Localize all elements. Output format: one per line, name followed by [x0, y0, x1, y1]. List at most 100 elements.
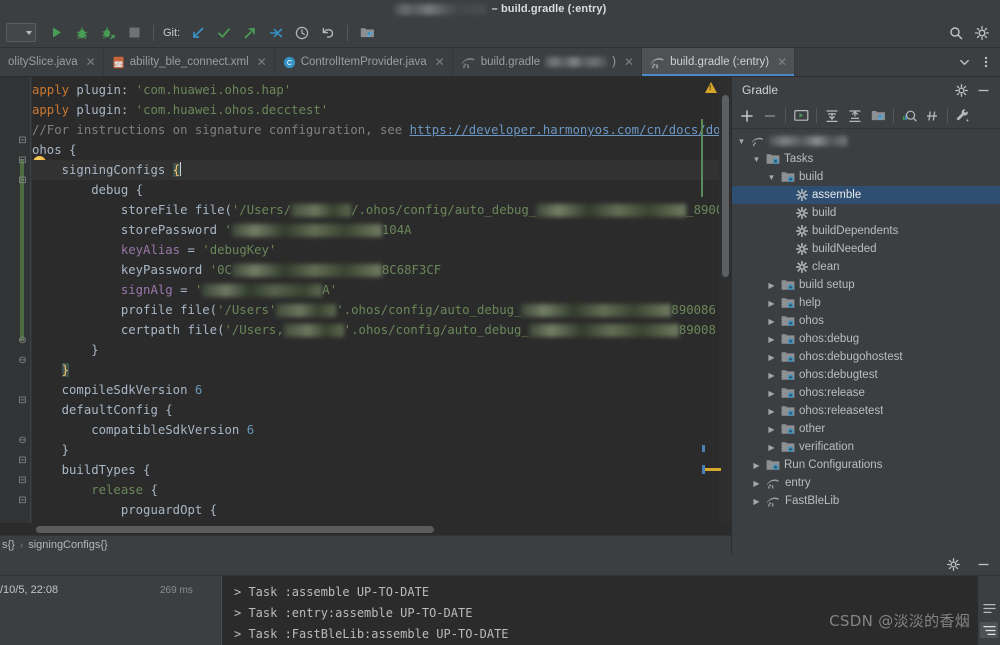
chevron-right-icon[interactable]: ▶	[766, 335, 777, 344]
stop-button[interactable]	[122, 21, 146, 45]
gradle-tree-item[interactable]: ▶ build setup	[732, 276, 1000, 294]
breadcrumb-prefix[interactable]: s{}	[2, 539, 15, 551]
fold-marker[interactable]: ⊖	[17, 435, 28, 446]
console-toggle-tasks-button[interactable]	[980, 600, 998, 616]
gradle-tree-item[interactable]: ▶ Run Configurations	[732, 456, 1000, 474]
gradle-tree-item[interactable]: ▶ other	[732, 420, 1000, 438]
gradle-tree-item[interactable]: clean	[732, 258, 1000, 276]
code-content[interactable]: apply plugin: 'com.huawei.ohos.hap' apply…	[32, 77, 731, 523]
collapse-all-button[interactable]	[844, 105, 866, 127]
run-configuration-selector[interactable]	[6, 23, 36, 42]
close-icon[interactable]: ✕	[624, 55, 634, 69]
chevron-right-icon[interactable]: ▶	[766, 317, 777, 326]
editor-vertical-scrollbar[interactable]	[722, 95, 729, 277]
git-push-button[interactable]	[238, 21, 262, 45]
gradle-tree-item[interactable]: ▶ ohos:debugohostest	[732, 348, 1000, 366]
gradle-tree-item[interactable]: ▶ help	[732, 294, 1000, 312]
git-commit-button[interactable]	[212, 21, 236, 45]
fold-marker[interactable]: ⊟	[17, 395, 28, 406]
chevron-right-icon[interactable]: ▶	[766, 389, 777, 398]
chevron-right-icon[interactable]: ▶	[766, 281, 777, 290]
gradle-tree-item[interactable]: ▶ FastBleLib	[732, 492, 1000, 510]
fold-marker[interactable]: ⊟	[17, 135, 28, 146]
debug-button[interactable]	[70, 21, 94, 45]
execute-gradle-task-button[interactable]	[790, 105, 812, 127]
chevron-right-icon[interactable]: ▶	[766, 353, 777, 362]
console-toggle-tree-button[interactable]	[980, 622, 998, 638]
expand-all-button[interactable]	[821, 105, 843, 127]
tab-control-item-provider-java[interactable]: C ControlItemProvider.java ✕	[275, 48, 453, 76]
tab-ability-ble-connect-xml[interactable]: </> ability_ble_connect.xml ✕	[104, 48, 275, 76]
chevron-down-icon[interactable]: ▼	[766, 173, 777, 182]
gradle-settings-button[interactable]	[950, 79, 972, 101]
gradle-tree-item[interactable]: build	[732, 204, 1000, 222]
code-editor[interactable]: ⊟ ⊟ ⊟ ⊖ ⊖ ⊟ ⊖ ⊟ ⊟ ⊟ apply plugin: 'com.h…	[0, 77, 731, 523]
chevron-down-icon[interactable]: ▼	[736, 137, 747, 146]
fold-marker[interactable]: ⊟	[17, 495, 28, 506]
gradle-tree-item[interactable]: buildNeeded	[732, 240, 1000, 258]
tab-overflow-button[interactable]	[954, 50, 974, 74]
close-icon[interactable]: ✕	[257, 55, 267, 69]
tab-ability-slice-java[interactable]: olitySlice.java ✕	[0, 48, 104, 76]
chevron-right-icon[interactable]: ▶	[766, 299, 777, 308]
git-history-button[interactable]	[290, 21, 314, 45]
gradle-task-tree[interactable]: ▼ ▼ Tasks ▼ build assemble build buildDependent…	[732, 129, 1000, 554]
show-modules-button[interactable]	[867, 105, 889, 127]
chevron-down-icon[interactable]: ▼	[751, 155, 762, 164]
git-update-button[interactable]	[186, 21, 210, 45]
gradle-tree-item[interactable]: ▶ ohos:releasetest	[732, 402, 1000, 420]
gradle-tree-item[interactable]: ▶ verification	[732, 438, 1000, 456]
search-everywhere-button[interactable]	[944, 21, 968, 45]
unlink-gradle-project-button[interactable]	[759, 105, 781, 127]
gradle-tree-item[interactable]: ▶ ohos:debug	[732, 330, 1000, 348]
task-folder-icon	[781, 352, 795, 362]
chevron-right-icon[interactable]: ▶	[766, 407, 777, 416]
toggle-offline-button[interactable]	[898, 105, 920, 127]
link-gradle-project-button[interactable]	[736, 105, 758, 127]
close-icon[interactable]: ✕	[777, 55, 787, 69]
fold-marker[interactable]: ⊖	[17, 335, 28, 346]
editor-horizontal-scrollbar-track[interactable]	[0, 523, 731, 535]
gradle-tree-item[interactable]: ▶ ohos:debugtest	[732, 366, 1000, 384]
fold-marker[interactable]: ⊖	[17, 355, 28, 366]
gradle-tree-item[interactable]: ▶ entry	[732, 474, 1000, 492]
chevron-right-icon[interactable]: ▶	[751, 479, 762, 488]
git-rollback-button[interactable]	[316, 21, 340, 45]
run-with-coverage-button[interactable]	[96, 21, 120, 45]
breadcrumb-current[interactable]: signingConfigs{}	[28, 539, 108, 551]
fold-marker[interactable]: ⊟	[17, 175, 28, 186]
git-pull-button[interactable]	[264, 21, 288, 45]
gradle-tree-item[interactable]: ▶ ohos:release	[732, 384, 1000, 402]
gradle-tree-item-selected[interactable]: assemble	[732, 186, 1000, 204]
tab-options-button[interactable]	[976, 50, 996, 74]
fold-marker[interactable]: ⊟	[17, 155, 28, 166]
editor-horizontal-scrollbar-thumb[interactable]	[36, 526, 434, 533]
chevron-right-icon[interactable]: ▶	[751, 461, 762, 470]
chevron-right-icon[interactable]: ▶	[766, 443, 777, 452]
console-minimize-button[interactable]	[972, 554, 994, 576]
run-button[interactable]	[44, 21, 68, 45]
task-folder-icon	[781, 369, 795, 381]
chevron-right-icon[interactable]: ▶	[766, 425, 777, 434]
chevron-right-icon[interactable]: ▶	[766, 371, 777, 380]
gradle-tree-item[interactable]: ▼ build	[732, 168, 1000, 186]
fold-marker[interactable]: ⊟	[17, 455, 28, 466]
warning-triangle-icon[interactable]	[705, 82, 717, 93]
console-settings-button[interactable]	[942, 554, 964, 576]
build-run-summary[interactable]: /10/5, 22:08 269 ms	[0, 576, 222, 645]
close-icon[interactable]: ✕	[86, 55, 96, 69]
tab-build-gradle[interactable]: build.gradle ) ✕	[453, 48, 643, 76]
gradle-tree-item[interactable]: ▼	[732, 132, 1000, 150]
device-manager-button[interactable]	[355, 21, 379, 45]
fold-marker[interactable]: ⊟	[17, 475, 28, 486]
skip-tests-button[interactable]	[921, 105, 943, 127]
close-icon[interactable]: ✕	[435, 55, 445, 69]
gradle-minimize-button[interactable]	[972, 79, 994, 101]
settings-button[interactable]	[970, 21, 994, 45]
gradle-tree-item[interactable]: ▼ Tasks	[732, 150, 1000, 168]
gradle-tree-item[interactable]: ▶ ohos	[732, 312, 1000, 330]
gradle-tree-item[interactable]: buildDependents	[732, 222, 1000, 240]
chevron-right-icon[interactable]: ▶	[751, 497, 762, 506]
tab-build-gradle-entry[interactable]: build.gradle (:entry) ✕	[642, 48, 796, 76]
build-tool-settings-button[interactable]	[952, 105, 974, 127]
